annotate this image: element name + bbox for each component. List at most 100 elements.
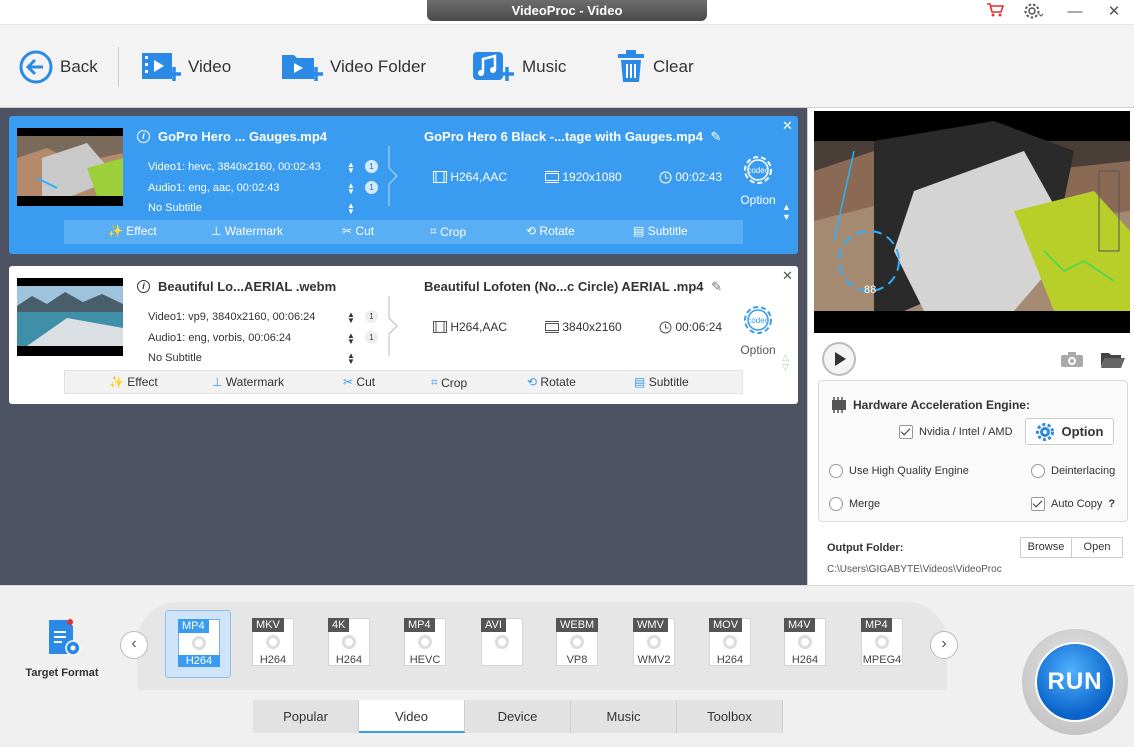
- subtitle-track-info: No Subtitle: [148, 352, 202, 364]
- format-4k-h264[interactable]: 4K H264: [316, 610, 382, 678]
- format-m4v-h264[interactable]: M4V H264: [772, 610, 838, 678]
- rename-pencil-icon[interactable]: ✎: [710, 129, 721, 144]
- output-codec: H264,AAC: [433, 170, 507, 184]
- subtitle-button[interactable]: ▤ Subtitle: [634, 375, 689, 389]
- audio-track-count: 1: [365, 181, 378, 194]
- gear-icon: [1035, 422, 1054, 441]
- deinterlacing-checkbox[interactable]: [1031, 464, 1045, 478]
- info-icon[interactable]: i: [137, 280, 150, 293]
- effect-button[interactable]: ✨ Effect: [108, 224, 157, 238]
- scissors-icon: ✂: [343, 375, 354, 389]
- tab-popular[interactable]: Popular: [253, 700, 359, 733]
- high-quality-checkbox[interactable]: [829, 464, 843, 478]
- add-music-icon: [473, 52, 514, 81]
- format-webm-vp8[interactable]: WEBM VP8: [544, 610, 610, 678]
- add-video-folder-button[interactable]: Video Folder: [280, 45, 426, 89]
- format-wmv-wmv2[interactable]: WMV WMV2: [621, 610, 687, 678]
- subtitle-track-spinner[interactable]: ▲ ▼: [347, 202, 355, 216]
- snapshot-camera-icon[interactable]: [1060, 352, 1084, 371]
- auto-copy-checkbox[interactable]: [1031, 497, 1045, 511]
- add-video-button[interactable]: Video: [140, 45, 231, 89]
- tab-device[interactable]: Device: [465, 700, 571, 733]
- run-button[interactable]: RUN: [1022, 629, 1128, 735]
- video-track-spinner[interactable]: ▲ ▼: [347, 311, 355, 325]
- gpu-checkbox-row[interactable]: Nvidia / Intel / AMD: [899, 425, 1013, 439]
- high-quality-engine-row[interactable]: Use High Quality Engine: [829, 464, 969, 478]
- audio-track-spinner[interactable]: ▲ ▼: [347, 182, 355, 196]
- rotate-button[interactable]: ⟲ Rotate: [527, 375, 576, 389]
- output-codec: H264,AAC: [433, 320, 507, 334]
- reorder-arrows[interactable]: ▲ ▼: [782, 202, 791, 222]
- play-button[interactable]: [822, 342, 856, 376]
- remove-file-close-icon[interactable]: ✕: [782, 118, 793, 134]
- watermark-button[interactable]: ⊥ Watermark: [211, 224, 283, 238]
- crop-icon: ⌗: [431, 375, 438, 389]
- file-card[interactable]: i Beautiful Lo...AERIAL .webm Video1: vp9…: [9, 266, 798, 404]
- clear-button[interactable]: Clear: [615, 45, 694, 89]
- crop-button[interactable]: ⌗ Crop: [431, 375, 467, 390]
- trash-icon: [618, 50, 644, 82]
- crop-button[interactable]: ⌗ Crop: [430, 224, 466, 239]
- rotate-button[interactable]: ⟲ Rotate: [526, 224, 575, 238]
- format-avi[interactable]: AVI: [469, 610, 535, 678]
- cut-button[interactable]: ✂ Cut: [342, 224, 374, 238]
- close-icon[interactable]: ✕: [1099, 2, 1129, 22]
- info-icon[interactable]: i: [137, 130, 150, 143]
- watermark-stamp-icon: ⊥: [212, 375, 223, 389]
- video-preview[interactable]: 88: [814, 111, 1130, 333]
- target-format-label: Target Format: [25, 667, 99, 679]
- video-track-info: Video1: hevc, 3840x2160, 00:02:43: [148, 161, 321, 173]
- tab-toolbox[interactable]: Toolbox: [677, 700, 783, 733]
- hardware-acceleration-panel: Hardware Acceleration Engine: Nvidia / I…: [818, 380, 1128, 522]
- target-format-button[interactable]: Target Format: [18, 618, 106, 679]
- cut-button[interactable]: ✂ Cut: [343, 375, 375, 389]
- scissors-icon: ✂: [342, 224, 353, 238]
- format-mov-h264[interactable]: MOV H264: [697, 610, 763, 678]
- open-button[interactable]: Open: [1071, 537, 1123, 558]
- video-thumbnail: [17, 128, 123, 206]
- output-file-name[interactable]: GoPro Hero 6 Black -...tage with Gauges.…: [424, 129, 721, 145]
- watermark-button[interactable]: ⊥ Watermark: [212, 375, 284, 389]
- format-mp4-h264[interactable]: MP4 H264: [165, 610, 231, 678]
- merge-row[interactable]: Merge: [829, 497, 880, 511]
- format-mkv-h264[interactable]: MKV H264: [240, 610, 306, 678]
- format-panel: Target Format MP4 H264 MKV H264 4K H264 MP4…: [0, 585, 1134, 747]
- subtitle-icon: ▤: [633, 224, 645, 238]
- format-strip: MP4 H264 MKV H264 4K H264 MP4 HEVC AVI WEBM V…: [137, 602, 947, 690]
- target-format-icon: [49, 619, 81, 656]
- back-label: Back: [60, 57, 98, 76]
- video-track-info: Video1: vp9, 3840x2160, 00:06:24: [148, 311, 316, 323]
- codec-option-button[interactable]: codec Option: [738, 150, 778, 207]
- gpu-checkbox[interactable]: [899, 425, 913, 439]
- reorder-arrows[interactable]: △ ▽: [782, 352, 789, 372]
- browse-button[interactable]: Browse: [1020, 537, 1072, 558]
- tab-music[interactable]: Music: [571, 700, 677, 733]
- auto-copy-row[interactable]: Auto Copy ?: [1031, 497, 1115, 511]
- hw-option-button[interactable]: Option: [1025, 418, 1114, 445]
- subtitle-track-spinner[interactable]: ▲ ▼: [347, 352, 355, 366]
- subtitle-button[interactable]: ▤ Subtitle: [633, 224, 688, 238]
- settings-gear-icon[interactable]: [1018, 2, 1048, 22]
- minimize-icon[interactable]: —: [1060, 2, 1090, 22]
- effect-button[interactable]: ✨ Effect: [109, 375, 158, 389]
- deinterlacing-row[interactable]: Deinterlacing: [1031, 464, 1115, 478]
- output-file-name[interactable]: Beautiful Lofoten (No...c Circle) AERIAL…: [424, 279, 722, 295]
- file-card[interactable]: i GoPro Hero ... Gauges.mp4 Video1: hevc,…: [9, 116, 798, 254]
- remove-file-close-icon[interactable]: ✕: [782, 268, 793, 284]
- tab-video[interactable]: Video: [359, 700, 465, 733]
- cart-icon[interactable]: [980, 2, 1010, 22]
- merge-checkbox[interactable]: [829, 497, 843, 511]
- video-track-spinner[interactable]: ▲ ▼: [347, 161, 355, 175]
- format-mp4-mpeg4[interactable]: MP4 MPEG4: [849, 610, 915, 678]
- rename-pencil-icon[interactable]: ✎: [711, 279, 722, 294]
- format-mp4-hevc[interactable]: MP4 HEVC: [392, 610, 458, 678]
- formats-next-chevron-icon[interactable]: ›: [930, 631, 958, 659]
- back-button[interactable]: Back: [18, 45, 98, 89]
- open-folder-icon[interactable]: [1100, 351, 1126, 372]
- subtitle-track-info: No Subtitle: [148, 202, 202, 214]
- audio-track-spinner[interactable]: ▲ ▼: [347, 332, 355, 346]
- help-icon[interactable]: ?: [1108, 498, 1115, 510]
- add-music-button[interactable]: Music: [470, 45, 566, 89]
- formats-prev-chevron-icon[interactable]: ‹: [120, 631, 148, 659]
- codec-option-button[interactable]: codec Option: [738, 300, 778, 357]
